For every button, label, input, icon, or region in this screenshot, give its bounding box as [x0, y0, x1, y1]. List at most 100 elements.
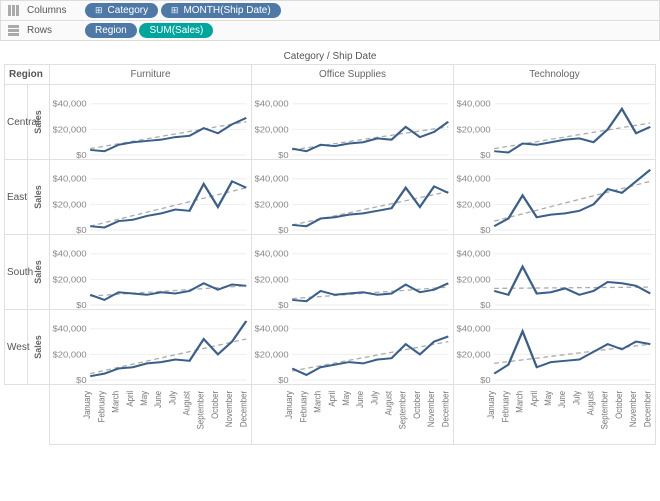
- chart-cell-west-technology[interactable]: $0 $20,000 $40,000: [454, 310, 656, 385]
- svg-text:April: April: [326, 391, 337, 407]
- y-axis-label: Sales: [27, 160, 50, 235]
- svg-text:May: May: [542, 390, 553, 405]
- svg-text:September: September: [195, 391, 206, 430]
- rows-icon: [7, 25, 19, 36]
- svg-text:$0: $0: [480, 151, 491, 159]
- svg-text:$20,000: $20,000: [52, 275, 86, 284]
- chart-cell-central-technology[interactable]: $0$20,000$40,000: [454, 85, 656, 160]
- svg-text:January: January: [284, 390, 295, 419]
- svg-text:February: February: [500, 390, 511, 422]
- svg-text:$20,000: $20,000: [456, 350, 490, 359]
- svg-text:January: January: [82, 390, 93, 419]
- svg-text:$20,000: $20,000: [52, 125, 86, 134]
- region-header: Region: [5, 65, 50, 85]
- pill-region[interactable]: Region: [85, 23, 137, 38]
- columns-label: Columns: [27, 5, 77, 16]
- chart-cell-south-technology[interactable]: $0 $20,000 $40,000: [454, 235, 656, 310]
- rows-shelf[interactable]: Rows Region SUM(Sales): [0, 21, 660, 41]
- column-header-office-supplies: Office Supplies: [252, 65, 454, 85]
- svg-text:July: July: [369, 390, 380, 405]
- svg-text:March: March: [312, 391, 323, 413]
- pill-sum-sales-[interactable]: SUM(Sales): [139, 23, 213, 38]
- svg-text:March: March: [514, 391, 525, 413]
- viz-title: Category / Ship Date: [4, 51, 656, 62]
- svg-text:January: January: [486, 390, 497, 419]
- chart-cell-east-furniture[interactable]: $0$20,000$40,000: [50, 160, 252, 235]
- svg-text:September: September: [397, 391, 408, 430]
- svg-text:$40,000: $40,000: [456, 99, 490, 108]
- svg-text:$40,000: $40,000: [254, 174, 288, 183]
- chart-cell-west-furniture[interactable]: $0$20,000$40,000: [50, 310, 252, 385]
- column-header-technology: Technology: [454, 65, 656, 85]
- svg-text:March: March: [110, 391, 121, 413]
- chart-cell-east-technology[interactable]: $0$20,000$40,000: [454, 160, 656, 235]
- svg-text:$40,000: $40,000: [52, 99, 86, 108]
- svg-text:$0: $0: [480, 376, 491, 384]
- svg-text:$40,000: $40,000: [254, 324, 288, 333]
- svg-text:July: July: [571, 390, 582, 405]
- row-header-south: South: [5, 235, 28, 310]
- svg-text:$40,000: $40,000: [456, 324, 490, 333]
- pill-month-ship-date-[interactable]: ⊞MONTH(Ship Date): [161, 3, 281, 18]
- svg-text:June: June: [152, 391, 163, 408]
- svg-text:$0: $0: [480, 301, 491, 309]
- svg-text:September: September: [599, 391, 610, 430]
- small-multiples-grid: Region FurnitureOffice SuppliesTechnolog…: [4, 64, 656, 445]
- svg-text:June: June: [556, 391, 567, 408]
- pill-category[interactable]: ⊞ Category: [85, 3, 158, 18]
- svg-text:August: August: [181, 390, 192, 415]
- pill-label: Region: [95, 25, 127, 36]
- columns-shelf[interactable]: Columns ⊞ Category ⊞MONTH(Ship Date): [0, 0, 660, 21]
- svg-text:May: May: [138, 390, 149, 405]
- visualization-area: Category / Ship Date Region FurnitureOff…: [0, 41, 660, 449]
- svg-text:$40,000: $40,000: [52, 174, 86, 183]
- chart-cell-central-furniture[interactable]: $0$20,000$40,000: [50, 85, 252, 160]
- chart-cell-central-office-supplies[interactable]: $0$20,000$40,000: [252, 85, 454, 160]
- svg-text:December: December: [440, 391, 451, 427]
- svg-text:December: December: [238, 391, 249, 427]
- svg-text:$40,000: $40,000: [254, 99, 288, 108]
- chart-cell-south-furniture[interactable]: $0$20,000$40,000: [50, 235, 252, 310]
- y-axis-label: Sales: [27, 235, 50, 310]
- svg-text:May: May: [340, 390, 351, 405]
- svg-text:$40,000: $40,000: [456, 174, 490, 183]
- pill-label: SUM(Sales): [149, 25, 203, 36]
- pill-label: Category: [108, 5, 149, 16]
- svg-text:$0: $0: [480, 226, 491, 234]
- svg-text:$0: $0: [278, 376, 289, 384]
- x-axis-furniture: JanuaryFebruaryMarchAprilMayJune JulyAugu…: [50, 385, 252, 445]
- svg-text:December: December: [642, 391, 653, 427]
- svg-text:$20,000: $20,000: [456, 275, 490, 284]
- svg-text:$0: $0: [278, 301, 289, 309]
- chart-cell-south-office-supplies[interactable]: $0 $20,000 $40,000: [252, 235, 454, 310]
- svg-text:$40,000: $40,000: [254, 249, 288, 258]
- svg-text:June: June: [354, 391, 365, 408]
- chart-cell-west-office-supplies[interactable]: $0 $20,000 $40,000: [252, 310, 454, 385]
- row-header-east: East: [5, 160, 28, 235]
- pill-label: MONTH(Ship Date): [183, 5, 270, 16]
- svg-text:July: July: [167, 390, 178, 405]
- svg-text:$20,000: $20,000: [254, 350, 288, 359]
- svg-text:$0: $0: [278, 226, 289, 234]
- row-header-west: West: [5, 310, 28, 385]
- svg-text:April: April: [124, 391, 135, 407]
- svg-text:November: November: [627, 391, 638, 427]
- svg-text:$20,000: $20,000: [254, 200, 288, 209]
- svg-text:$40,000: $40,000: [456, 249, 490, 258]
- x-axis-office-supplies: JanuaryFebruaryMarchAprilMayJuneJulyAugu…: [252, 385, 454, 445]
- svg-text:October: October: [613, 391, 624, 419]
- svg-text:$20,000: $20,000: [52, 200, 86, 209]
- svg-text:$0: $0: [76, 301, 87, 309]
- svg-text:$0: $0: [278, 151, 289, 159]
- svg-text:February: February: [96, 390, 107, 422]
- svg-text:October: October: [209, 391, 220, 419]
- chart-cell-east-office-supplies[interactable]: $0 $20,000 $40,000: [252, 160, 454, 235]
- svg-text:$20,000: $20,000: [254, 275, 288, 284]
- svg-text:August: August: [383, 390, 394, 415]
- row-header-central: Central: [5, 85, 28, 160]
- pill-type-icon: ⊞: [95, 5, 103, 16]
- columns-icon: [7, 5, 19, 16]
- x-axis-technology: JanuaryFebruaryMarchAprilMayJuneJulyAugu…: [454, 385, 656, 445]
- y-axis-label: Sales: [27, 85, 50, 160]
- svg-text:$0: $0: [76, 376, 87, 384]
